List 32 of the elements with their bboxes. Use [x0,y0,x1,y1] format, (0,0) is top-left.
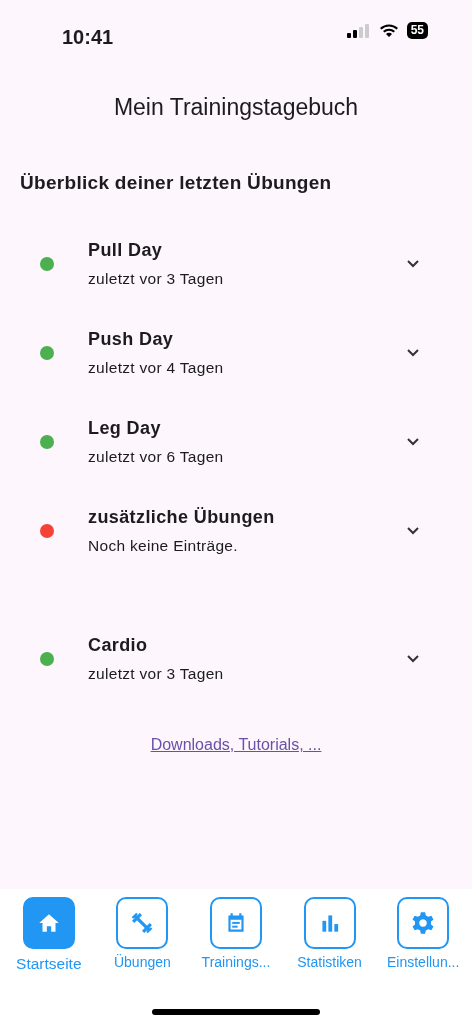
battery-level: 55 [406,22,428,39]
workout-name: Leg Day [88,416,162,440]
workout-name: zusätzliche Übungen [88,505,276,529]
chevron-icon [406,653,420,664]
chevron-icon [406,525,420,536]
chevron-icon [406,258,420,269]
workout-name: Push Day [88,327,175,351]
workout-item[interactable]: Cardio zuletzt vor 3 Tagen [0,614,472,703]
nav-tab[interactable]: Trainings... [189,897,283,976]
downloads-link[interactable]: Downloads, Tutorials, ... [150,736,322,753]
workout-subtitle: zuletzt vor 3 Tagen [88,663,225,684]
chevron-icon [406,436,420,447]
section-heading: Überblick deiner letzten Übungen [20,170,333,195]
nav-tab[interactable]: Übungen [95,897,190,976]
workout-subtitle: zuletzt vor 4 Tagen [88,357,225,378]
workout-subtitle: zuletzt vor 3 Tagen [88,268,225,289]
workout-item[interactable]: Push Day zuletzt vor 4 Tagen [0,308,472,397]
nav-tab[interactable]: Startseite [2,897,96,976]
workout-subtitle: Noch keine Einträge. [88,535,239,556]
nav-tab[interactable]: Einstellun... [376,897,470,976]
chevron-icon [406,347,420,358]
signal-icon [346,23,371,38]
workout-item[interactable]: Leg Day zuletzt vor 6 Tagen [0,397,472,486]
workout-name: Pull Day [88,238,164,262]
wifi-icon [378,23,399,38]
nav-tab[interactable]: Statistiken [282,897,377,976]
workout-item[interactable]: zusätzliche Übungen Noch keine Einträge. [0,486,472,575]
workout-subtitle: zuletzt vor 6 Tagen [88,446,225,467]
workout-item[interactable]: Pull Day zuletzt vor 3 Tagen [0,219,472,308]
status-time: 10:41 [62,25,114,50]
workout-name: Cardio [88,633,149,657]
app-title: Mein Trainingstagebuch [112,93,360,122]
